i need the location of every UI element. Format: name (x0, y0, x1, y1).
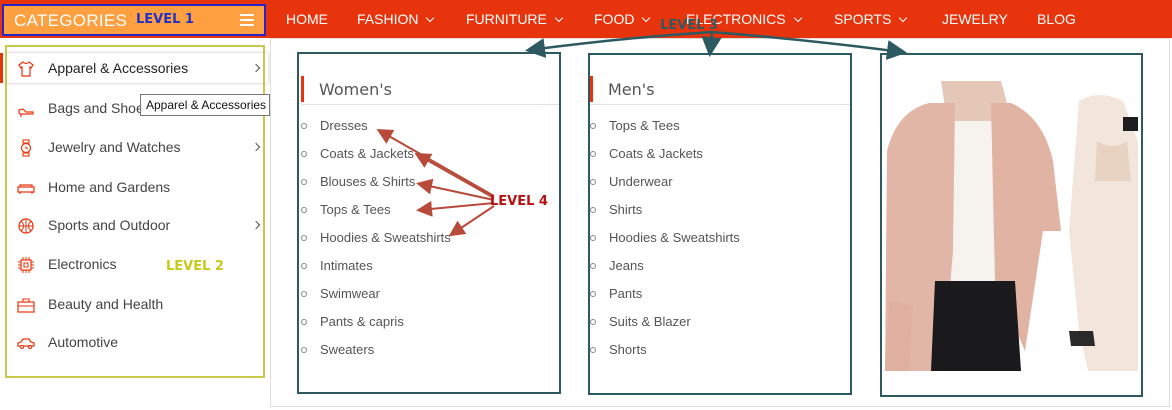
bullet-icon (590, 123, 596, 129)
sidebar-item-apparel[interactable]: Apparel & Accessories (0, 53, 268, 83)
hamburger-icon[interactable] (240, 14, 254, 26)
bullet-icon (301, 235, 307, 241)
sidebar-item-jewelry[interactable]: Jewelry and Watches (0, 132, 268, 162)
mens-subcategory-link[interactable]: Jeans (609, 258, 644, 273)
mens-subcategory-link[interactable]: Tops & Tees (609, 118, 680, 133)
chevron-down-icon (793, 13, 802, 23)
mens-subcategory-link[interactable]: Coats & Jackets (609, 146, 703, 161)
bullet-icon (590, 319, 596, 325)
chevron-right-icon (251, 142, 261, 152)
level2-annotation: LEVEL 2 (166, 259, 224, 274)
chevron-down-icon (642, 13, 651, 23)
chevron-right-icon (251, 220, 261, 230)
nav-jewelry-label: JEWELRY (942, 11, 1008, 27)
bullet-icon (301, 123, 307, 129)
bullet-icon (590, 263, 596, 269)
nav-jewelry[interactable]: JEWELRY (942, 0, 1008, 38)
nav-fashion-label: FASHION (357, 11, 419, 27)
nav-blog-label: BLOG (1037, 11, 1076, 27)
bullet-icon (301, 207, 307, 213)
categories-header[interactable]: CATEGORIES LEVEL 1 (2, 4, 266, 36)
nav-food[interactable]: FOOD (594, 0, 651, 38)
mens-subcategory-link[interactable]: Shorts (609, 342, 647, 357)
sidebar-item-label: Beauty and Health (48, 296, 164, 312)
bullet-icon (590, 235, 596, 241)
womens-title: Women's (319, 80, 392, 99)
sidebar-item-beauty[interactable]: Beauty and Health (0, 289, 268, 319)
active-marker (0, 53, 3, 83)
womens-subcategory-link[interactable]: Sweaters (320, 342, 374, 357)
sidebar-item-label: Home and Gardens (48, 179, 171, 195)
sidebar-item-label: Apparel & Accessories (48, 60, 189, 76)
heading-accent-bar (590, 76, 593, 102)
chevron-down-icon (426, 13, 435, 23)
mens-subcategory-link[interactable]: Underwear (609, 174, 673, 189)
bullet-icon (590, 179, 596, 185)
mens-subcategory-link[interactable]: Pants (609, 286, 642, 301)
nav-furniture[interactable]: FURNITURE (466, 0, 564, 38)
sidebar-item-label: Jewelry and Watches (48, 139, 181, 155)
bullet-icon (301, 179, 307, 185)
mens-heading: Men's (590, 76, 850, 105)
watch-icon (20, 139, 32, 157)
womens-subcategory-link[interactable]: Dresses (320, 118, 368, 133)
womens-subcategory-link[interactable]: Pants & capris (320, 314, 404, 329)
nav-fashion[interactable]: FASHION (357, 0, 435, 38)
nav-home[interactable]: HOME (286, 0, 328, 38)
sidebar-item-home[interactable]: Home and Gardens (0, 172, 268, 202)
nav-home-label: HOME (286, 11, 328, 27)
chevron-down-icon (554, 13, 564, 23)
chevron-right-icon (251, 63, 261, 73)
heading-accent-bar (301, 76, 304, 102)
tooltip: Apparel & Accessories (140, 94, 270, 116)
bullet-icon (301, 291, 307, 297)
sidebar-item-label: Bags and Shoes (48, 100, 151, 116)
nav-food-label: FOOD (594, 11, 635, 27)
sidebar-item-automotive[interactable]: Automotive (0, 327, 268, 357)
shoe-icon (18, 108, 34, 117)
level1-annotation: LEVEL 1 (136, 12, 194, 27)
womens-subcategory-link[interactable]: Swimwear (320, 286, 380, 301)
categories-title: CATEGORIES (14, 11, 128, 30)
mens-subcategory-link[interactable]: Hoodies & Sweatshirts (609, 230, 740, 245)
bullet-icon (590, 151, 596, 157)
bullet-icon (301, 263, 307, 269)
bullet-icon (301, 347, 307, 353)
mens-subcategory-link[interactable]: Suits & Blazer (609, 314, 691, 329)
sidebar-item-label: Sports and Outdoor (48, 217, 171, 233)
womens-subcategory-link[interactable]: Tops & Tees (320, 202, 391, 217)
mens-title: Men's (608, 80, 655, 99)
bullet-icon (301, 151, 307, 157)
womens-subcategory-link[interactable]: Intimates (320, 258, 373, 273)
car-icon (17, 338, 35, 350)
sidebar-item-electronics[interactable]: Electronics (0, 249, 268, 279)
bullet-icon (590, 347, 596, 353)
mens-subcategory-link[interactable]: Shirts (609, 202, 642, 217)
sidebar-item-sports[interactable]: Sports and Outdoor (0, 210, 268, 240)
womens-subcategory-link[interactable]: Coats & Jackets (320, 146, 414, 161)
shirt-icon (18, 61, 34, 77)
level3-annotation: LEVEL 3 (660, 18, 718, 33)
sofa-icon (17, 184, 35, 194)
womens-subcategory-link[interactable]: Blouses & Shirts (320, 174, 415, 189)
level4-annotation: LEVEL 4 (490, 194, 548, 209)
chip-icon (18, 257, 34, 273)
womens-heading: Women's (301, 76, 559, 105)
sidebar-item-label: Automotive (48, 334, 119, 350)
bullet-icon (301, 319, 307, 325)
bullet-icon (590, 207, 596, 213)
bullet-icon (590, 291, 596, 297)
fashion-models-photo[interactable] (883, 81, 1138, 371)
nav-blog[interactable]: BLOG (1037, 0, 1076, 38)
nav-sports[interactable]: SPORTS (834, 0, 908, 38)
womens-subcategory-link[interactable]: Hoodies & Sweatshirts (320, 230, 451, 245)
nav-furniture-label: FURNITURE (466, 11, 547, 27)
basketball-icon (18, 218, 34, 234)
briefcase-icon (17, 298, 35, 313)
chevron-down-icon (899, 13, 908, 23)
sidebar-item-label: Electronics (48, 256, 117, 272)
nav-sports-label: SPORTS (834, 11, 892, 27)
